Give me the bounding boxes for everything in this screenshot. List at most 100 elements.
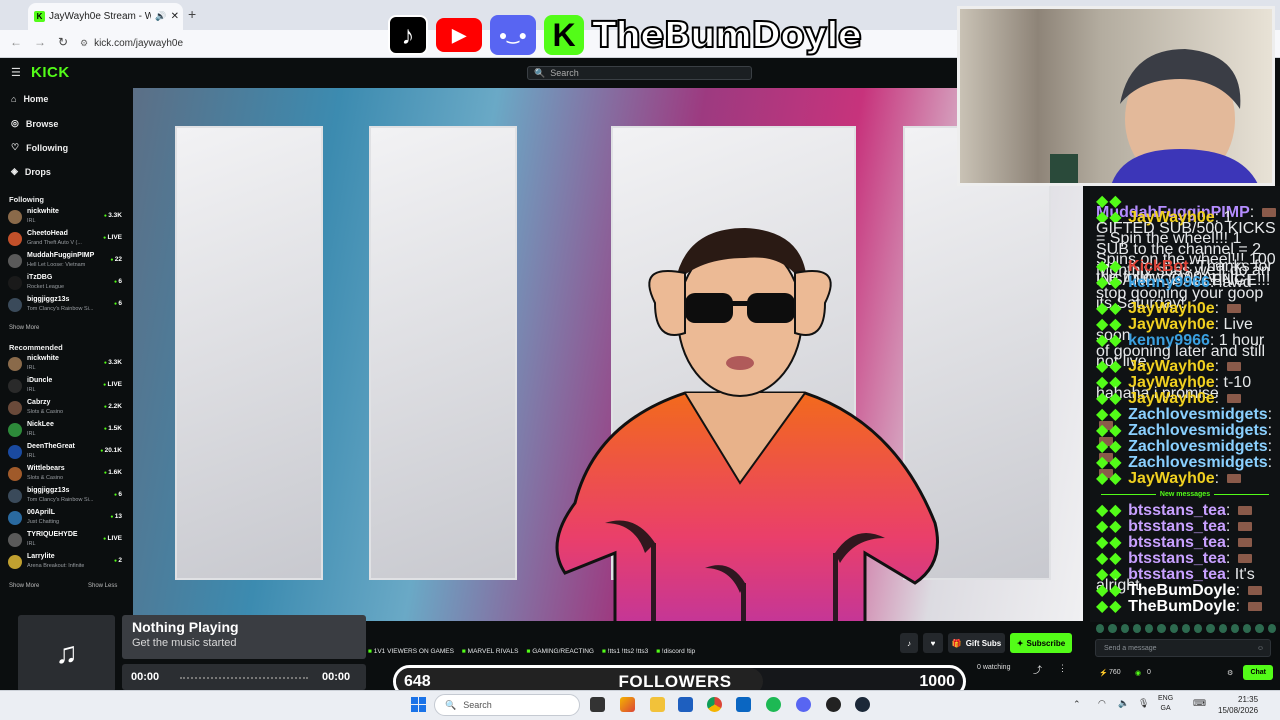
discord-app-icon[interactable] — [796, 697, 811, 712]
chat-username[interactable]: btsstans_tea — [1128, 534, 1226, 551]
sidebar-item-drops[interactable]: ◈ Drops — [11, 166, 51, 177]
recommended-show-less[interactable]: Show Less — [88, 583, 117, 589]
spotify-icon[interactable] — [766, 697, 781, 712]
emote-icon[interactable] — [1169, 624, 1178, 633]
chat-username[interactable]: JayWayh0e — [1128, 390, 1215, 407]
windows-start-icon[interactable] — [411, 697, 427, 713]
following-show-more[interactable]: Show More — [9, 325, 39, 331]
stream-tag[interactable]: 1V1 VIEWERS ON GAMES — [368, 648, 454, 655]
system-clock[interactable]: 21:35 15/08/2026 — [1218, 694, 1258, 716]
file-explorer-icon[interactable] — [650, 697, 665, 712]
chat-input[interactable]: Send a message ☺ — [1095, 639, 1271, 657]
stream-tag[interactable]: GAMING/REACTING — [526, 648, 594, 655]
channel-item[interactable]: Wittlebears Slots & Casino 1.6K — [8, 464, 122, 486]
new-tab-button[interactable]: + — [188, 6, 196, 22]
copilot-icon[interactable] — [620, 697, 635, 712]
emote-icon[interactable] — [1181, 624, 1191, 633]
channel-item[interactable]: biggjiggz13s Tom Clancy's Rainbow Si... 6 — [8, 295, 122, 317]
search-input[interactable]: 🔍 Search — [527, 66, 752, 80]
recommended-show-more[interactable]: Show More — [9, 583, 39, 589]
site-info-icon[interactable]: ⚙ — [80, 38, 88, 49]
menu-icon[interactable]: ☰ — [11, 66, 21, 79]
keyboard-icon[interactable]: ⌨ — [1193, 698, 1206, 709]
emote-icon[interactable] — [1108, 624, 1117, 633]
channel-item[interactable]: MuddahFugginPIMP Hell Let Loose: Vietnam 2… — [8, 251, 122, 273]
channel-item[interactable]: DeenTheGreat IRL 20.1K — [8, 442, 122, 464]
emote-icon[interactable] — [1194, 624, 1203, 633]
subscribe-button[interactable]: ✦ Subscribe — [1010, 633, 1072, 653]
chat-send-button[interactable]: Chat — [1243, 665, 1273, 680]
kicks-icon[interactable]: ⚡ — [1099, 669, 1108, 677]
chat-username[interactable]: btsstans_tea — [1128, 518, 1226, 535]
chat-username[interactable]: btsstans_tea — [1128, 566, 1226, 583]
store-icon[interactable] — [678, 697, 693, 712]
chat-username[interactable]: Zachlovesmidgets — [1128, 454, 1268, 471]
chrome-icon[interactable] — [707, 697, 722, 712]
share-icon[interactable]: ⤴ — [1033, 663, 1042, 676]
chat-username[interactable]: btsstans_tea — [1128, 550, 1226, 567]
stream-tag[interactable]: !tts1 !tts2 !tts3 — [602, 648, 648, 655]
channel-item[interactable]: CheetoHead Grand Theft Auto V (... LIVE — [8, 229, 122, 251]
chat-username[interactable]: Zachlovesmidgets — [1128, 422, 1268, 439]
sidebar-item-following[interactable]: ♡ Following — [11, 142, 68, 153]
channel-item[interactable]: NickLee IRL 1.5K — [8, 420, 122, 442]
gift-subs-button[interactable]: 🎁 Gift Subs — [948, 633, 1005, 653]
chat-username[interactable]: JayWayh0e — [1128, 300, 1215, 317]
channel-item[interactable]: nickwhite IRL 3.3K — [8, 207, 122, 229]
points-icon[interactable]: ◉ — [1135, 669, 1141, 677]
close-tab-icon[interactable]: ✕ — [171, 11, 183, 22]
chat-username[interactable]: JayWayh0e — [1128, 316, 1215, 333]
chat-username[interactable]: Zachlovesmidgets — [1128, 406, 1268, 423]
stream-tag[interactable]: !discord !tip — [656, 648, 695, 655]
emote-icon[interactable] — [1218, 624, 1227, 633]
chat-username[interactable]: JayWayh0e — [1128, 470, 1215, 487]
channel-item[interactable]: iDuncle IRL LIVE — [8, 376, 122, 398]
steam-icon[interactable] — [855, 697, 870, 712]
emote-icon[interactable] — [1255, 624, 1264, 633]
emote-icon[interactable] — [1243, 624, 1252, 633]
volume-icon[interactable]: 🔈 — [1118, 698, 1129, 709]
channel-item[interactable]: nickwhite IRL 3.3K — [8, 354, 122, 376]
speaker-icon[interactable]: 🔊 — [155, 11, 166, 22]
channel-item[interactable]: Larrylite Arena Breakout: Infinite 2 — [8, 552, 122, 574]
mic-icon[interactable]: 🎙 — [1138, 698, 1149, 709]
more-options-icon[interactable]: ⋮ — [1058, 663, 1067, 674]
follow-heart-icon[interactable]: ♥ — [923, 633, 943, 653]
channel-item[interactable]: TYRIQUEHYDE IRL LIVE — [8, 530, 122, 552]
emoji-icon[interactable]: ☺ — [1257, 645, 1270, 652]
forward-icon[interactable]: → — [34, 35, 46, 49]
address-bar[interactable]: ⚙ kick.com/jaywayh0e — [80, 33, 380, 53]
channel-item[interactable]: biggjiggz13s Tom Clancy's Rainbow Si... 6 — [8, 486, 122, 508]
language-indicator[interactable]: ENG GA — [1158, 694, 1173, 714]
taskbar-search[interactable]: 🔍 Search — [434, 694, 580, 716]
emote-icon[interactable] — [1267, 624, 1276, 633]
channel-item[interactable]: iTzDBG Rocket League 6 — [8, 273, 122, 295]
task-view-icon[interactable] — [590, 697, 605, 712]
sidebar-item-home[interactable]: ⌂ Home — [11, 94, 48, 104]
emote-icon[interactable] — [1096, 624, 1105, 633]
chat-username[interactable]: TheBumDoyle — [1128, 582, 1236, 599]
reload-icon[interactable]: ↻ — [58, 35, 68, 49]
emote-icon[interactable] — [1120, 624, 1129, 633]
emote-icon[interactable] — [1132, 624, 1142, 633]
sidebar-item-browse[interactable]: ◎ Browse — [11, 118, 58, 129]
chat-settings-icon[interactable]: ⚙ — [1227, 669, 1233, 677]
channel-item[interactable]: 00AprilL Just Chatting 13 — [8, 508, 122, 530]
video-player[interactable] — [133, 88, 1083, 621]
emote-icon[interactable] — [1157, 624, 1166, 633]
channel-item[interactable]: Cabrzy Slots & Casino 2.2K — [8, 398, 122, 420]
outlook-icon[interactable] — [736, 697, 751, 712]
emote-icon[interactable] — [1145, 624, 1154, 633]
tray-chevron-icon[interactable]: ⌃ — [1073, 699, 1081, 710]
notification-bell-icon[interactable]: ♪ — [900, 633, 918, 653]
wifi-icon[interactable]: ◠ — [1098, 698, 1106, 709]
new-messages-divider[interactable]: New messages — [1095, 491, 1275, 498]
chat-username[interactable]: JayWayh0e — [1128, 358, 1215, 375]
obs-icon[interactable] — [826, 697, 841, 712]
chat-username[interactable]: TheBumDoyle — [1128, 598, 1236, 615]
emote-icon[interactable] — [1206, 624, 1215, 633]
back-icon[interactable]: ← — [10, 35, 22, 49]
chat-username[interactable]: btsstans_tea — [1128, 502, 1226, 519]
stream-tag[interactable]: MARVEL RIVALS — [462, 648, 519, 655]
emote-icon[interactable] — [1230, 624, 1240, 633]
